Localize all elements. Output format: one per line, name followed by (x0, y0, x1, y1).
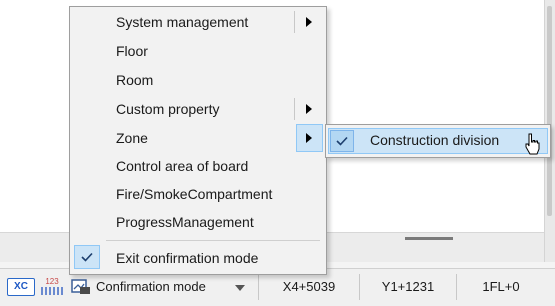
check-icon (336, 136, 348, 146)
exit-check-box (74, 245, 100, 269)
menu-item-label: Room (116, 72, 154, 88)
menu-item-label: Zone (116, 130, 148, 146)
xc-toggle-icon[interactable]: XC (7, 278, 35, 296)
menu-item-label: ProgressManagement (116, 214, 254, 230)
confirmation-mode-label[interactable]: Confirmation mode (96, 279, 206, 294)
mouse-pointer-icon (525, 133, 540, 155)
menu-item-room[interactable] (70, 66, 326, 94)
check-icon (81, 252, 93, 262)
menu-item-label: Fire/SmokeCompartment (116, 186, 273, 202)
submenu-check-box (330, 130, 354, 152)
y-coordinate: Y1+1231 (359, 274, 456, 300)
menu-item-label: Floor (116, 43, 148, 59)
triangle-right-icon (306, 17, 312, 27)
panel-resize-grip[interactable] (405, 237, 453, 240)
numbering-grid-icon (41, 287, 63, 295)
triangle-right-icon (306, 104, 312, 114)
menu-item-label: Custom property (116, 101, 220, 117)
triangle-right-icon (306, 133, 312, 143)
triangle-down-icon[interactable] (235, 285, 245, 291)
submenu-item-label: Construction division (370, 132, 500, 148)
numbering-icon-label: 123 (45, 277, 59, 286)
menu-item-label: Control area of board (116, 158, 249, 174)
numbering-icon[interactable]: 123 (41, 278, 63, 296)
submenu-separator (294, 11, 295, 33)
menu-item-zone[interactable] (70, 124, 326, 152)
menu-separator (106, 240, 320, 241)
confirmation-mode-icon[interactable] (70, 278, 92, 296)
x-coordinate: X4+5039 (258, 274, 359, 300)
menu-item-label: System management (116, 14, 249, 30)
submenu-separator (294, 98, 295, 120)
menu-item-label: Exit confirmation mode (116, 250, 259, 266)
floor-offset: 1FL+0 (456, 274, 545, 300)
menu-item-floor[interactable] (70, 37, 326, 65)
vertical-scrollbar-thumb[interactable] (547, 6, 552, 216)
